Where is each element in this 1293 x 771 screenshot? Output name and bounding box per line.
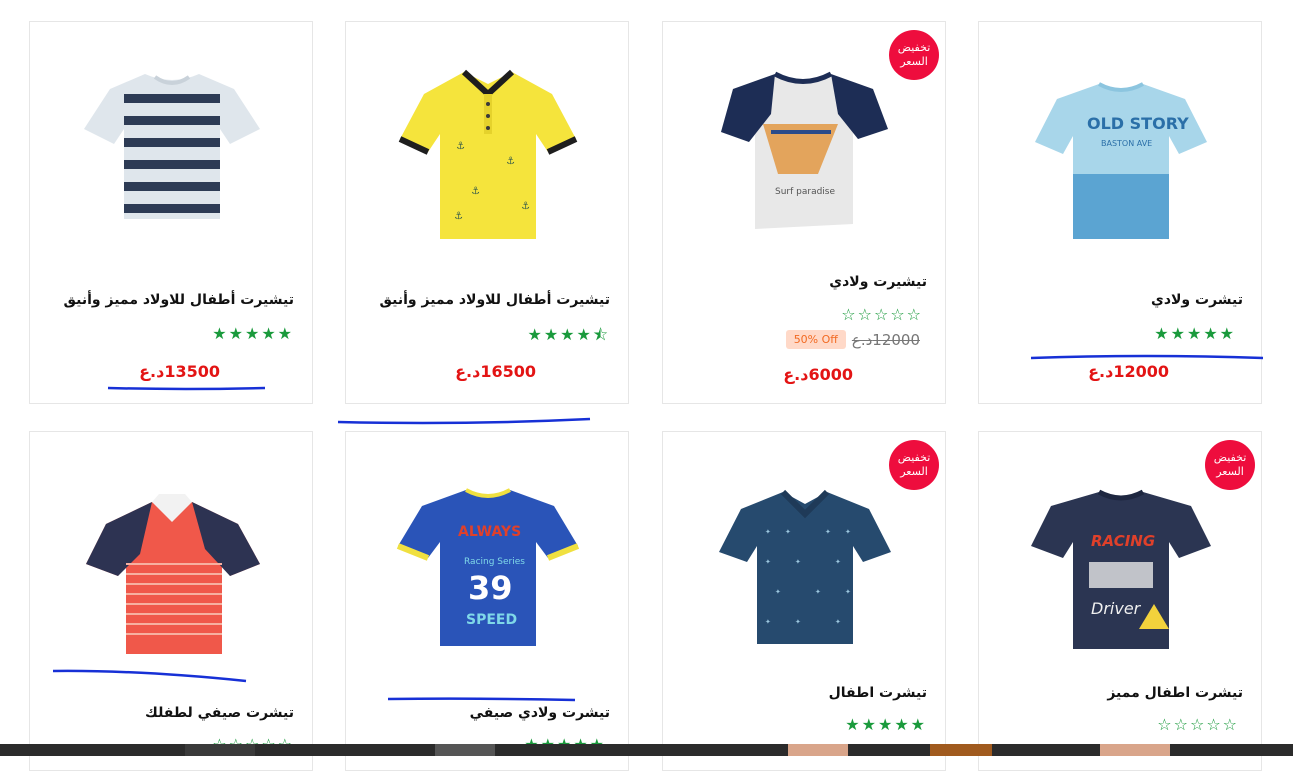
svg-text:39: 39 [468, 569, 513, 607]
product-title[interactable]: تيشرت ولادي [1151, 292, 1243, 308]
product-image-printed-tshirt[interactable]: Surf paradise [703, 44, 907, 244]
product-card[interactable]: ⚓ ⚓ ⚓ ⚓ ⚓ تيشيرت أطفال للاولاد مميز وأنيق ★★… [345, 21, 629, 404]
price-value: 6000 [808, 365, 853, 384]
svg-text:✦: ✦ [815, 588, 821, 596]
svg-text:✦: ✦ [795, 618, 801, 626]
svg-text:Surf paradise: Surf paradise [775, 187, 835, 197]
annotation-underline [387, 697, 576, 702]
product-title[interactable]: تيشيرت أطفال للاولاد مميز وأنيق [64, 292, 294, 308]
product-title[interactable]: تيشرت ولادي صيفي [470, 705, 610, 721]
svg-text:Racing Series: Racing Series [464, 557, 525, 567]
svg-text:RACING: RACING [1091, 532, 1155, 550]
product-card[interactable]: تخفيض السعر RACING Driver تيشرت اطفال مم… [978, 431, 1262, 771]
taskbar-item[interactable] [930, 744, 992, 756]
old-price-row: 50% Off 12000د.ع [785, 330, 920, 349]
svg-text:✦: ✦ [765, 618, 771, 626]
svg-text:✦: ✦ [835, 558, 841, 566]
annotation-underline [1030, 354, 1264, 360]
rating-stars: ★★★★★ [1154, 324, 1236, 343]
product-price: 13500د.ع [139, 362, 220, 381]
product-price: 16500د.ع [455, 362, 536, 381]
product-card[interactable]: OLD STORY BASTON AVE تيشرت ولادي ★★★★★ 1… [978, 21, 1262, 404]
svg-text:✦: ✦ [765, 528, 771, 536]
svg-text:SPEED: SPEED [466, 612, 517, 628]
product-image-navy-racing-tshirt[interactable]: RACING Driver [1019, 454, 1223, 654]
price-value: 16500 [480, 362, 536, 381]
product-title[interactable]: تيشيرت أطفال للاولاد مميز وأنيق [380, 292, 610, 308]
rating-stars: ☆☆☆☆☆ [841, 305, 923, 324]
price-value: 12000 [1113, 362, 1169, 381]
rating-stars: ☆☆☆☆☆ [1157, 715, 1239, 734]
taskbar [0, 744, 1293, 756]
product-price: 12000د.ع [1088, 362, 1169, 381]
discount-tag: 50% Off [785, 330, 846, 349]
svg-text:⚓: ⚓ [456, 141, 465, 152]
currency-label: د.ع [783, 365, 809, 384]
svg-text:✦: ✦ [835, 618, 841, 626]
rating-stars: ★★★★★ [212, 324, 294, 343]
product-title[interactable]: تيشرت صيفي لطفلك [145, 705, 294, 721]
product-image-red-striped-polo[interactable] [70, 454, 274, 654]
product-image-striped-tshirt[interactable] [70, 44, 274, 244]
currency-label: د.ع [139, 362, 165, 381]
product-image-blue-racing-tshirt[interactable]: ALWAYS Racing Series 39 SPEED [386, 454, 590, 654]
product-title[interactable]: تيشرت اطفال [829, 685, 927, 701]
rating-stars: ★★★★★ [845, 715, 927, 734]
taskbar-item[interactable] [1100, 744, 1170, 756]
svg-text:⚓: ⚓ [521, 201, 530, 212]
svg-text:⚓: ⚓ [471, 186, 480, 197]
product-image-navy-polo[interactable]: ✦ ✦ ✦ ✦ ✦ ✦ ✦ ✦ ✦ ✦ ✦ ✦ ✦ [703, 454, 907, 654]
currency-label: د.ع [851, 330, 873, 349]
svg-text:BASTON AVE: BASTON AVE [1101, 139, 1152, 148]
product-image-yellow-polo[interactable]: ⚓ ⚓ ⚓ ⚓ ⚓ [386, 44, 590, 244]
currency-label: د.ع [1088, 362, 1114, 381]
annotation-underline [337, 417, 591, 425]
svg-text:✦: ✦ [775, 588, 781, 596]
svg-text:⚓: ⚓ [506, 156, 515, 167]
old-price-value: 12000 [872, 330, 920, 349]
svg-text:✦: ✦ [845, 588, 851, 596]
product-card[interactable]: تيشرت صيفي لطفلك ☆☆☆☆☆ [29, 431, 313, 771]
svg-text:ALWAYS: ALWAYS [458, 524, 521, 540]
annotation-underline [107, 386, 266, 391]
product-price: 6000د.ع [783, 365, 853, 384]
product-title[interactable]: تيشرت اطفال مميز [1107, 685, 1243, 701]
taskbar-item[interactable] [185, 744, 255, 756]
price-value: 13500 [164, 362, 220, 381]
svg-text:⚓: ⚓ [454, 211, 463, 222]
annotation-underline [52, 669, 247, 683]
svg-text:✦: ✦ [765, 558, 771, 566]
product-card[interactable]: تيشيرت أطفال للاولاد مميز وأنيق ★★★★★ 13… [29, 21, 313, 404]
product-card[interactable]: تخفيض السعر Surf paradise تيشيرت ولادي ☆… [662, 21, 946, 404]
svg-text:✦: ✦ [785, 528, 791, 536]
old-price: 12000د.ع [852, 331, 920, 349]
svg-text:OLD STORY: OLD STORY [1087, 114, 1189, 133]
product-card[interactable]: ALWAYS Racing Series 39 SPEED تيشرت ولاد… [345, 431, 629, 771]
product-image-blue-tshirt[interactable]: OLD STORY BASTON AVE [1019, 44, 1223, 244]
svg-text:✦: ✦ [825, 528, 831, 536]
currency-label: د.ع [455, 362, 481, 381]
product-card[interactable]: تخفيض السعر ✦ ✦ ✦ ✦ ✦ ✦ ✦ ✦ ✦ ✦ ✦ ✦ ✦ تيشرت اطفال… [662, 431, 946, 771]
taskbar-item[interactable] [788, 744, 848, 756]
svg-text:✦: ✦ [795, 558, 801, 566]
taskbar-item[interactable] [435, 744, 495, 756]
svg-text:✦: ✦ [845, 528, 851, 536]
svg-text:Driver: Driver [1091, 599, 1142, 618]
product-title[interactable]: تيشيرت ولادي [829, 274, 927, 290]
rating-stars: ★★★★⯪ [527, 325, 610, 344]
